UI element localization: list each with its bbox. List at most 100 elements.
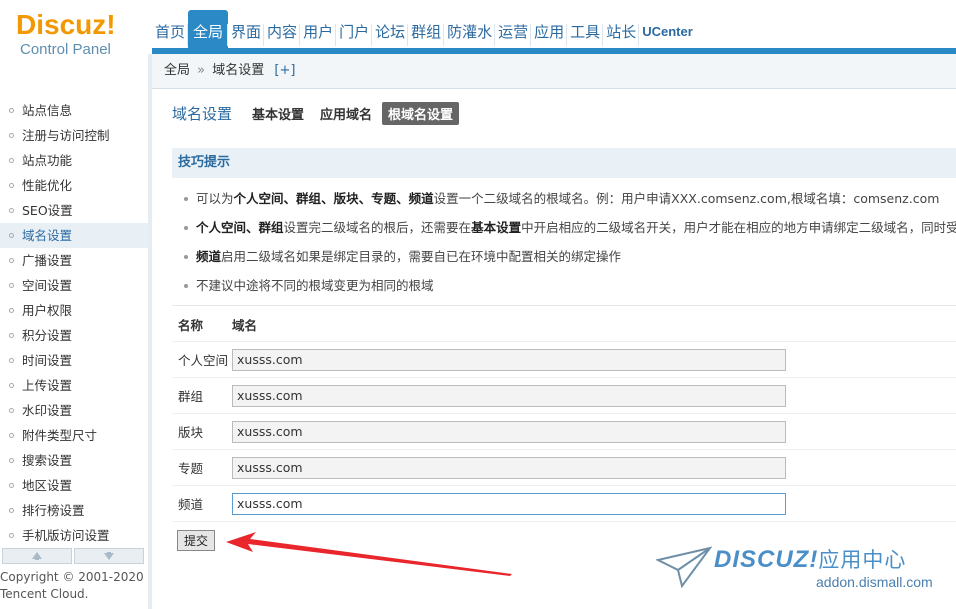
sidebar-item-feed[interactable]: 广播设置 [0,248,148,273]
sidebar-item-search[interactable]: 搜索设置 [0,448,148,473]
breadcrumb-separator: » [197,63,206,78]
watermark-url: addon.dismall.com [816,574,933,590]
tab-bar: 域名设置 基本设置 应用域名 根域名设置 [172,102,463,125]
tips-list: 可以为个人空间、群组、版块、专题、频道设置一个二级域名的根域名。例：用户申请XX… [172,184,956,300]
nav-user[interactable]: 用户 [299,10,336,48]
sidebar-item-seo[interactable]: SEO设置 [0,198,148,223]
bullet-icon [9,483,14,488]
paper-plane-icon [656,546,712,589]
sidebar-item-attachment-types[interactable]: 附件类型尺寸 [0,423,148,448]
row-label: 版块 [178,425,204,440]
tab-basic-settings[interactable]: 基本设置 [246,102,310,125]
sidebar-item-permissions[interactable]: 用户权限 [0,298,148,323]
breadcrumb: 全局 » 域名设置 [+] [152,54,956,89]
table-header: 名称 域名 [172,308,956,342]
bullet-icon [9,158,14,163]
bullet-icon [9,508,14,513]
arrow-down-icon [104,552,114,560]
tips-heading: 技巧提示 [172,148,956,178]
nav-content[interactable]: 内容 [263,10,300,48]
submit-button[interactable]: 提交 [177,530,215,551]
group-domain-input[interactable] [232,384,786,407]
sidebar-item-time[interactable]: 时间设置 [0,348,148,373]
bullet-icon [9,533,14,538]
bullet-icon [9,133,14,138]
scroll-up-button[interactable] [2,548,72,564]
channel-domain-input[interactable] [232,492,786,515]
bullet-icon [9,408,14,413]
row-label: 群组 [178,389,204,404]
sidebar-item-register-access[interactable]: 注册与访问控制 [0,123,148,148]
tip-item: 可以为个人空间、群组、版块、专题、频道设置一个二级域名的根域名。例：用户申请XX… [172,184,956,213]
domain-table: 名称 域名 个人空间 群组 版块 专题 频道 [172,308,956,522]
top-nav: 首页 全局 界面 内容 用户 门户 论坛 群组 防灌水 运营 应用 工具 站长 … [152,10,696,48]
table-row: 频道 [172,486,956,522]
column-header-name: 名称 [178,318,204,333]
sidebar-item-domain[interactable]: 域名设置 [0,223,148,248]
nav-app[interactable]: 应用 [530,10,567,48]
annotation-arrow-icon [226,532,512,576]
row-label: 个人空间 [178,353,229,368]
nav-home[interactable]: 首页 [152,10,188,48]
nav-style[interactable]: 界面 [227,10,264,48]
tab-app-domain[interactable]: 应用域名 [314,102,378,125]
nav-antispam[interactable]: 防灌水 [443,10,495,48]
nav-operation[interactable]: 运营 [494,10,531,48]
sidebar-item-space[interactable]: 空间设置 [0,273,148,298]
tip-item: 不建议中途将不同的根域变更为相同的根域 [172,271,956,300]
home-domain-input[interactable] [232,348,786,371]
sidebar-item-site-info[interactable]: 站点信息 [0,98,148,123]
row-label: 专题 [178,461,204,476]
logo[interactable]: Discuz! Control Panel [16,9,151,59]
forum-domain-input[interactable] [232,420,786,443]
topic-domain-input[interactable] [232,456,786,479]
breadcrumb-root[interactable]: 全局 [164,63,190,78]
sidebar-item-upload[interactable]: 上传设置 [0,373,148,398]
bullet-icon [9,433,14,438]
watermark-brand: DISCUZ!应用中心 [714,546,907,573]
row-label: 频道 [178,497,204,512]
sidebar-item-performance[interactable]: 性能优化 [0,173,148,198]
logo-title: Discuz! [16,9,116,40]
header: Discuz! Control Panel 首页 全局 界面 内容 用户 门户 … [0,0,956,58]
nav-forum[interactable]: 论坛 [371,10,408,48]
bullet-icon [9,183,14,188]
sidebar-item-site-features[interactable]: 站点功能 [0,148,148,173]
scroll-down-button[interactable] [74,548,144,564]
sidebar-scroll-controls [2,548,144,564]
bullet-icon [9,258,14,263]
tip-item: 个人空间、群组设置完二级域名的根后，还需要在基本设置中开启相应的二级域名开关，用… [172,213,956,242]
nav-tools[interactable]: 工具 [566,10,603,48]
nav-global[interactable]: 全局 [187,10,229,48]
sidebar-item-region[interactable]: 地区设置 [0,473,148,498]
tab-root-domain[interactable]: 根域名设置 [382,102,460,125]
nav-portal[interactable]: 门户 [335,10,372,48]
bullet-icon [9,308,14,313]
breadcrumb-current: 域名设置 [212,63,265,78]
bullet-icon [9,233,14,238]
nav-group[interactable]: 群组 [407,10,444,48]
arrow-up-icon [32,552,42,560]
sidebar-menu: 站点信息 注册与访问控制 站点功能 性能优化 SEO设置 域名设置 广播设置 空… [0,98,148,548]
table-row: 版块 [172,414,956,450]
copyright: Copyright © 2001-2020 Tencent Cloud. [0,570,144,601]
bullet-icon [9,383,14,388]
column-header-domain: 域名 [232,318,258,333]
sidebar-item-ranklist[interactable]: 排行榜设置 [0,498,148,523]
divider [172,305,956,306]
nav-ucenter[interactable]: UCenter [638,10,696,48]
table-row: 专题 [172,450,956,486]
bullet-icon [9,358,14,363]
sidebar-item-mobile[interactable]: 手机版访问设置 [0,523,148,548]
bullet-icon [9,283,14,288]
bullet-icon [9,108,14,113]
sidebar-item-credits[interactable]: 积分设置 [0,323,148,348]
nav-founder[interactable]: 站长 [602,10,639,48]
sidebar-item-watermark[interactable]: 水印设置 [0,398,148,423]
tip-item: 频道启用二级域名如果是绑定目录的，需要自已在环境中配置相关的绑定操作 [172,242,956,271]
bullet-icon [9,333,14,338]
table-row: 群组 [172,378,956,414]
watermark: DISCUZ!应用中心 addon.dismall.com [656,540,946,600]
sidebar: 站点信息 注册与访问控制 站点功能 性能优化 SEO设置 域名设置 广播设置 空… [0,54,152,609]
add-shortcut-button[interactable]: [+] [274,63,295,78]
